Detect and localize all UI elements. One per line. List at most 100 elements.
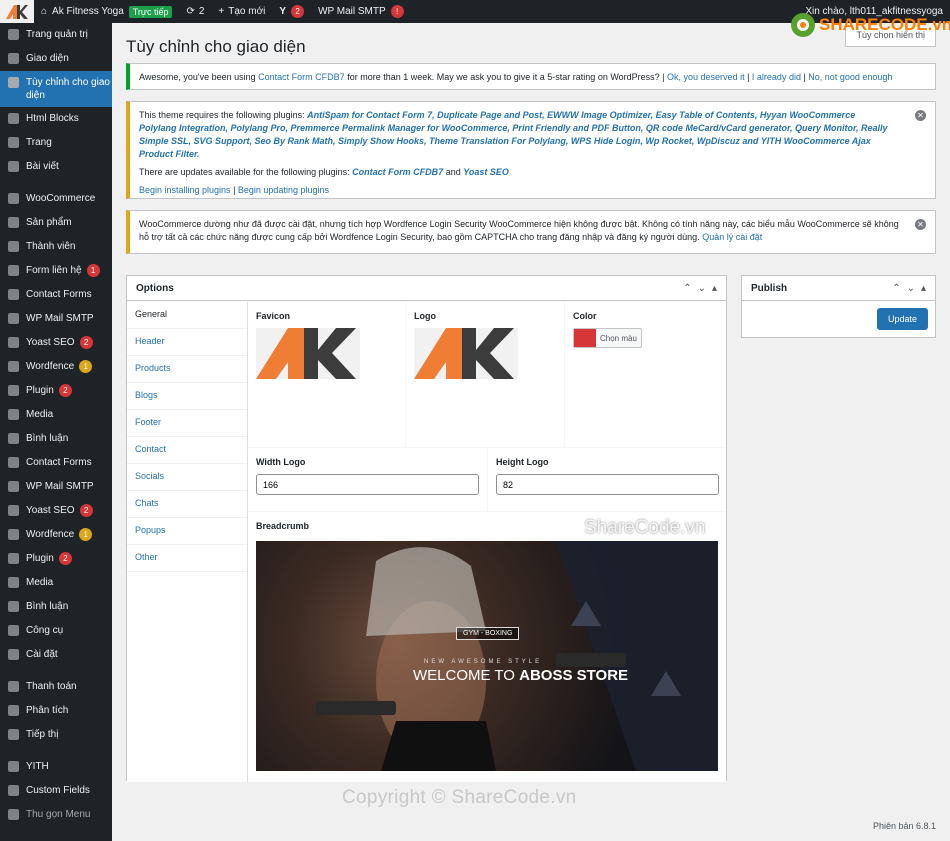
tab-blogs[interactable]: Blogs [127, 383, 247, 410]
wordfence-notice: ✕ WooCommerce dường như đã được cài đặt,… [126, 210, 936, 254]
sidebar-item-trang-qu-n-tr-[interactable]: Trang quản trị [0, 23, 112, 47]
sidebar-item-label: Html Blocks [26, 113, 79, 124]
tab-popups[interactable]: Popups [127, 518, 247, 545]
update-cfdb7-link[interactable]: Contact Form CFDB7 [352, 167, 443, 177]
already-did-link[interactable]: I already did [752, 72, 801, 82]
yoast-icon: Y [279, 6, 287, 17]
new-label: Tạo mới [228, 6, 266, 17]
sidebar-item-wp-mail-smtp[interactable]: WP Mail SMTP [0, 475, 112, 499]
height-logo-input[interactable] [496, 474, 719, 495]
chevron-down-icon[interactable]: ⌄ [907, 283, 915, 294]
color-button-label: Chọn màu [600, 333, 637, 343]
height-cell: Height Logo [488, 448, 726, 511]
users-icon [7, 240, 20, 253]
update-yoast-link[interactable]: Yoast SEO [463, 167, 509, 177]
chevron-up-icon[interactable]: ⌃ [683, 283, 691, 294]
megaphone-icon [7, 728, 20, 741]
count-badge: 1 [86, 264, 100, 277]
cfdb7-link[interactable]: Contact Form CFDB7 [258, 72, 345, 82]
sharecode-logo-text: SHARECODE.vn [819, 15, 950, 34]
sidebar-item-form-li-n-h-[interactable]: Form liên hệ 1 [0, 259, 112, 283]
width-logo-input[interactable] [256, 474, 479, 495]
toggle-arrow-icon[interactable]: ▴ [921, 283, 926, 294]
smtp-link[interactable]: WP Mail SMTP ! [311, 0, 411, 23]
sidebar-item-yith[interactable]: YITH [0, 755, 112, 779]
color-cell: Color Chọn màu [565, 302, 726, 447]
plugins-intro: This theme requires the following plugin… [139, 110, 305, 120]
sidebar-item-thu-g-n-menu[interactable]: Thu gọn Menu [0, 803, 112, 827]
sidebar-item-b-i-vi-t[interactable]: Bài viết [0, 155, 112, 179]
sidebar-item-c-i-t[interactable]: Cài đặt [0, 643, 112, 667]
sidebar-item-thanh-to-n[interactable]: Thanh toán [0, 675, 112, 699]
manage-settings-link[interactable]: Quản lý cài đặt [702, 232, 762, 242]
sidebar-item-media[interactable]: Media [0, 571, 112, 595]
sidebar-item-media[interactable]: Media [0, 403, 112, 427]
sidebar-item-html-blocks[interactable]: Html Blocks [0, 107, 112, 131]
wordfence-icon [7, 360, 20, 373]
sidebar-item-b-nh-lu-n[interactable]: Bình luận [0, 595, 112, 619]
wrench-icon [7, 624, 20, 637]
site-logo-icon[interactable] [0, 0, 34, 23]
sidebar-item-ti-p-th-[interactable]: Tiếp thị [0, 723, 112, 747]
count-badge: 1 [79, 528, 93, 541]
width-cell: Width Logo [248, 448, 487, 511]
mail-icon [7, 312, 20, 325]
sidebar-item-ph-n-t-ch[interactable]: Phân tích [0, 699, 112, 723]
new-content-link[interactable]: + Tạo mới [211, 0, 272, 23]
update-button[interactable]: Update [876, 308, 928, 330]
tab-general[interactable]: General [127, 302, 247, 329]
options-title: Options [136, 282, 174, 294]
sidebar-item-plugin[interactable]: Plugin 2 [0, 547, 112, 571]
logo-label: Logo [414, 311, 436, 321]
sidebar-item-contact-forms[interactable]: Contact Forms [0, 283, 112, 307]
gear-icon [7, 76, 20, 89]
color-picker-button[interactable]: Chọn màu [573, 328, 642, 348]
sidebar-item-label: Tiếp thị [26, 729, 59, 740]
tab-chats[interactable]: Chats [127, 491, 247, 518]
tab-header[interactable]: Header [127, 329, 247, 356]
not-good-link[interactable]: No, not good enough [808, 72, 892, 82]
yoast-link[interactable]: Y 2 [272, 0, 311, 23]
begin-update-link[interactable]: Begin updating plugins [238, 185, 329, 195]
updates-link[interactable]: ⟳ 2 [179, 0, 211, 23]
tab-contact[interactable]: Contact [127, 437, 247, 464]
sidebar-item-yoast-seo[interactable]: Yoast SEO 2 [0, 331, 112, 355]
color-swatch [574, 329, 596, 347]
breadcrumb-image[interactable]: GYM - BOXING NEW AWESOME STYLE WELCOME T… [256, 541, 718, 771]
dismiss-icon[interactable]: ✕ [915, 219, 926, 230]
comment-icon [7, 600, 20, 613]
favicon-image[interactable] [256, 328, 360, 379]
begin-install-link[interactable]: Begin installing plugins [139, 185, 231, 195]
sidebar-item-label: Bài viết [26, 161, 59, 172]
sidebar-item-t-y-ch-nh-cho-giao-di-n[interactable]: Tùy chỉnh cho giao diện [0, 71, 112, 107]
plugin-icon [7, 552, 20, 565]
tab-other[interactable]: Other [127, 545, 247, 572]
sidebar-item-c-ng-c-[interactable]: Công cụ [0, 619, 112, 643]
tab-footer[interactable]: Footer [127, 410, 247, 437]
site-name-link[interactable]: ⌂ Ak Fitness Yoga Trực tiếp [34, 0, 179, 23]
sidebar-item-label: Yoast SEO [26, 505, 75, 516]
tab-products[interactable]: Products [127, 356, 247, 383]
sidebar-item-s-n-ph-m[interactable]: Sản phẩm [0, 211, 112, 235]
sidebar-item-wordfence[interactable]: Wordfence 1 [0, 355, 112, 379]
toggle-arrow-icon[interactable]: ▴ [712, 283, 717, 294]
sidebar-item-giao-di-n[interactable]: Giao diện [0, 47, 112, 71]
tab-socials[interactable]: Socials [127, 464, 247, 491]
sidebar-item-contact-forms[interactable]: Contact Forms [0, 451, 112, 475]
plus-icon: + [218, 6, 225, 17]
sidebar-item-wp-mail-smtp[interactable]: WP Mail SMTP [0, 307, 112, 331]
logo-image[interactable] [414, 328, 518, 379]
sidebar-item-wordfence[interactable]: Wordfence 1 [0, 523, 112, 547]
sidebar-item-woocommerce[interactable]: WooCommerce [0, 187, 112, 211]
height-label: Height Logo [496, 457, 549, 467]
sidebar-item-th-nh-vi-n[interactable]: Thành viên [0, 235, 112, 259]
dismiss-icon[interactable]: ✕ [915, 110, 926, 121]
rate-ok-link[interactable]: Ok, you deserved it [667, 72, 745, 82]
chevron-down-icon[interactable]: ⌄ [698, 283, 706, 294]
sidebar-item-custom-fields[interactable]: Custom Fields [0, 779, 112, 803]
sidebar-item-trang[interactable]: Trang [0, 131, 112, 155]
sidebar-item-yoast-seo[interactable]: Yoast SEO 2 [0, 499, 112, 523]
chevron-up-icon[interactable]: ⌃ [892, 283, 900, 294]
sidebar-item-plugin[interactable]: Plugin 2 [0, 379, 112, 403]
sidebar-item-b-nh-lu-n[interactable]: Bình luận [0, 427, 112, 451]
